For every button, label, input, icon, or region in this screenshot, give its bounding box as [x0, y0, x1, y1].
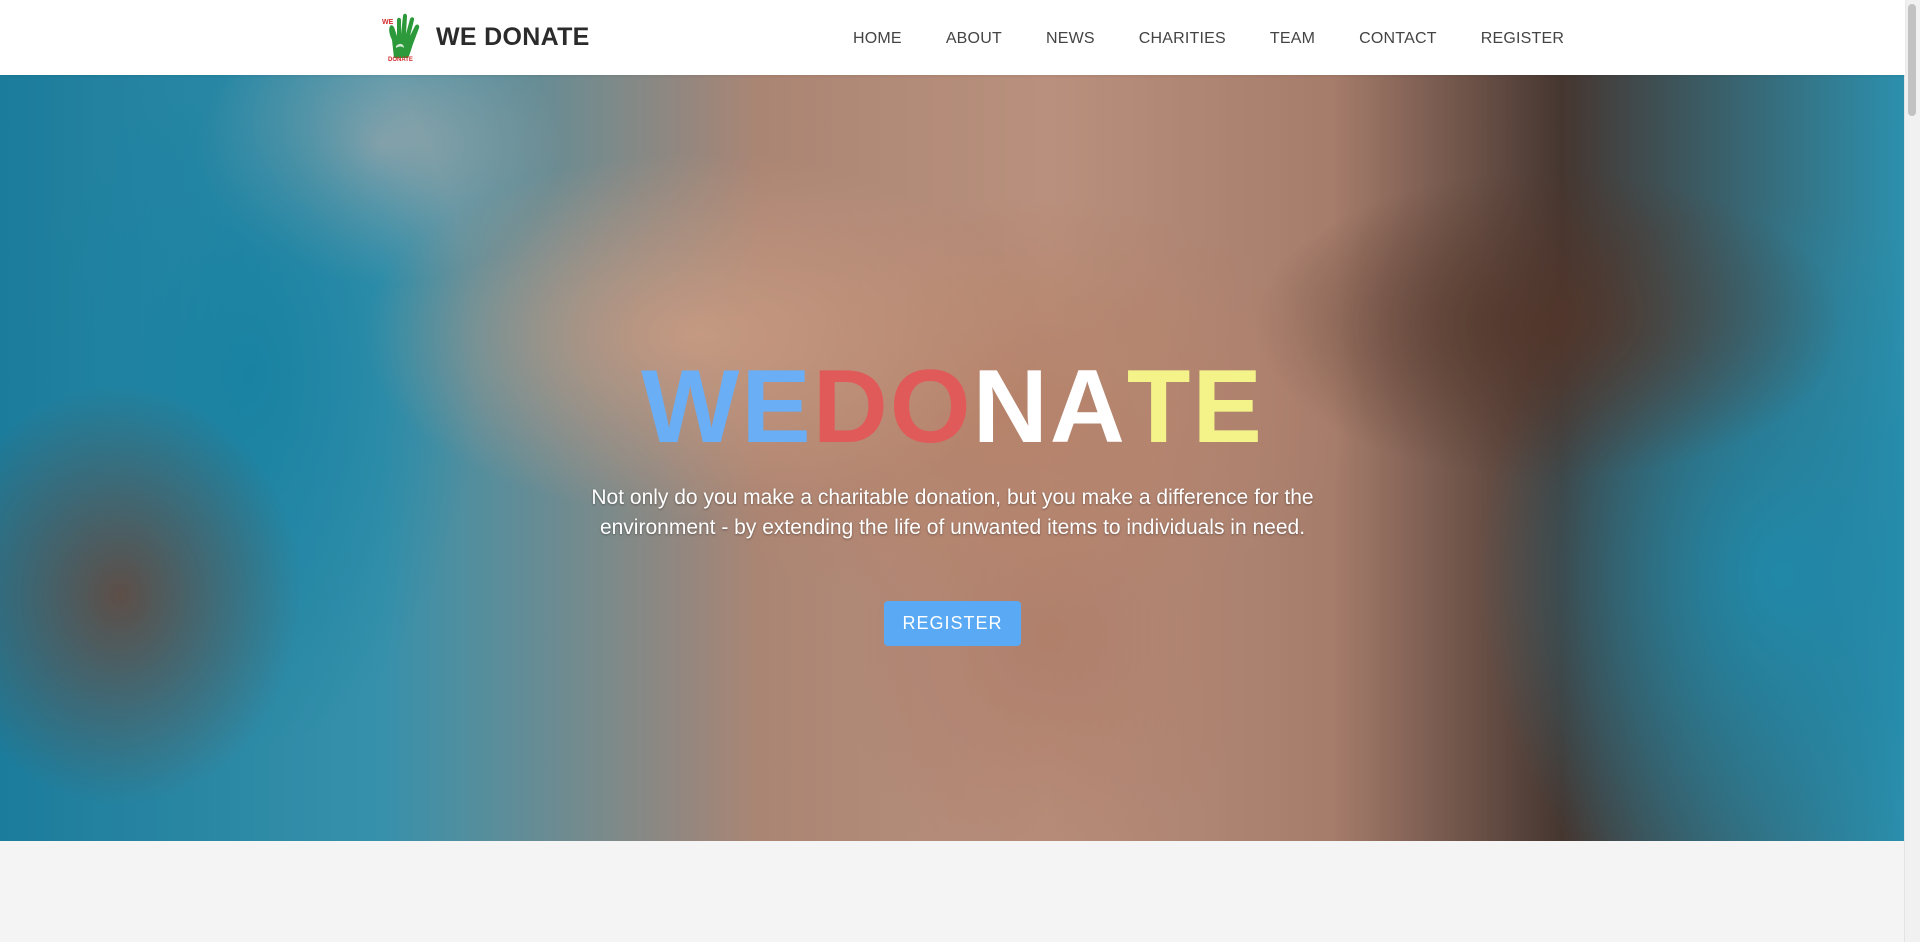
nav-contact[interactable]: CONTACT [1359, 30, 1437, 48]
page-scrollbar[interactable] [1904, 0, 1920, 942]
hero-title-part-4: TE [1126, 349, 1264, 465]
hero-title: WE DONATE [0, 355, 1905, 459]
hero-subtitle: Not only do you make a charitable donati… [591, 486, 1314, 539]
nav-register[interactable]: REGISTER [1481, 30, 1564, 48]
nav-news[interactable]: NEWS [1046, 30, 1095, 48]
main-nav: HOME ABOUT NEWS CHARITIES TEAM CONTACT R… [853, 30, 1564, 48]
svg-text:WE: WE [382, 19, 394, 26]
top-navbar: WE DONATE WE DONATE HOME ABOUT NEWS CHAR… [0, 0, 1905, 75]
svg-text:DONATE: DONATE [388, 57, 413, 62]
hero-title-part-1: WE [641, 349, 813, 465]
nav-team[interactable]: TEAM [1270, 30, 1315, 48]
scrollbar-thumb[interactable] [1908, 4, 1916, 116]
nav-charities[interactable]: CHARITIES [1139, 30, 1226, 48]
hand-logo-icon: WE DONATE [382, 13, 420, 62]
nav-home[interactable]: HOME [853, 30, 902, 48]
hero-register-button[interactable]: REGISTER [884, 601, 1021, 646]
hero-title-part-2: DO [812, 349, 973, 465]
brand-home-link[interactable]: WE DONATE WE DONATE [380, 12, 590, 62]
hero-banner: WE DONATE Not only do you make a charita… [0, 75, 1905, 841]
brand-name: WE DONATE [436, 22, 590, 51]
nav-about[interactable]: ABOUT [946, 30, 1002, 48]
hero-content: WE DONATE Not only do you make a charita… [0, 355, 1905, 646]
hero-title-part-3: NA [972, 349, 1127, 465]
